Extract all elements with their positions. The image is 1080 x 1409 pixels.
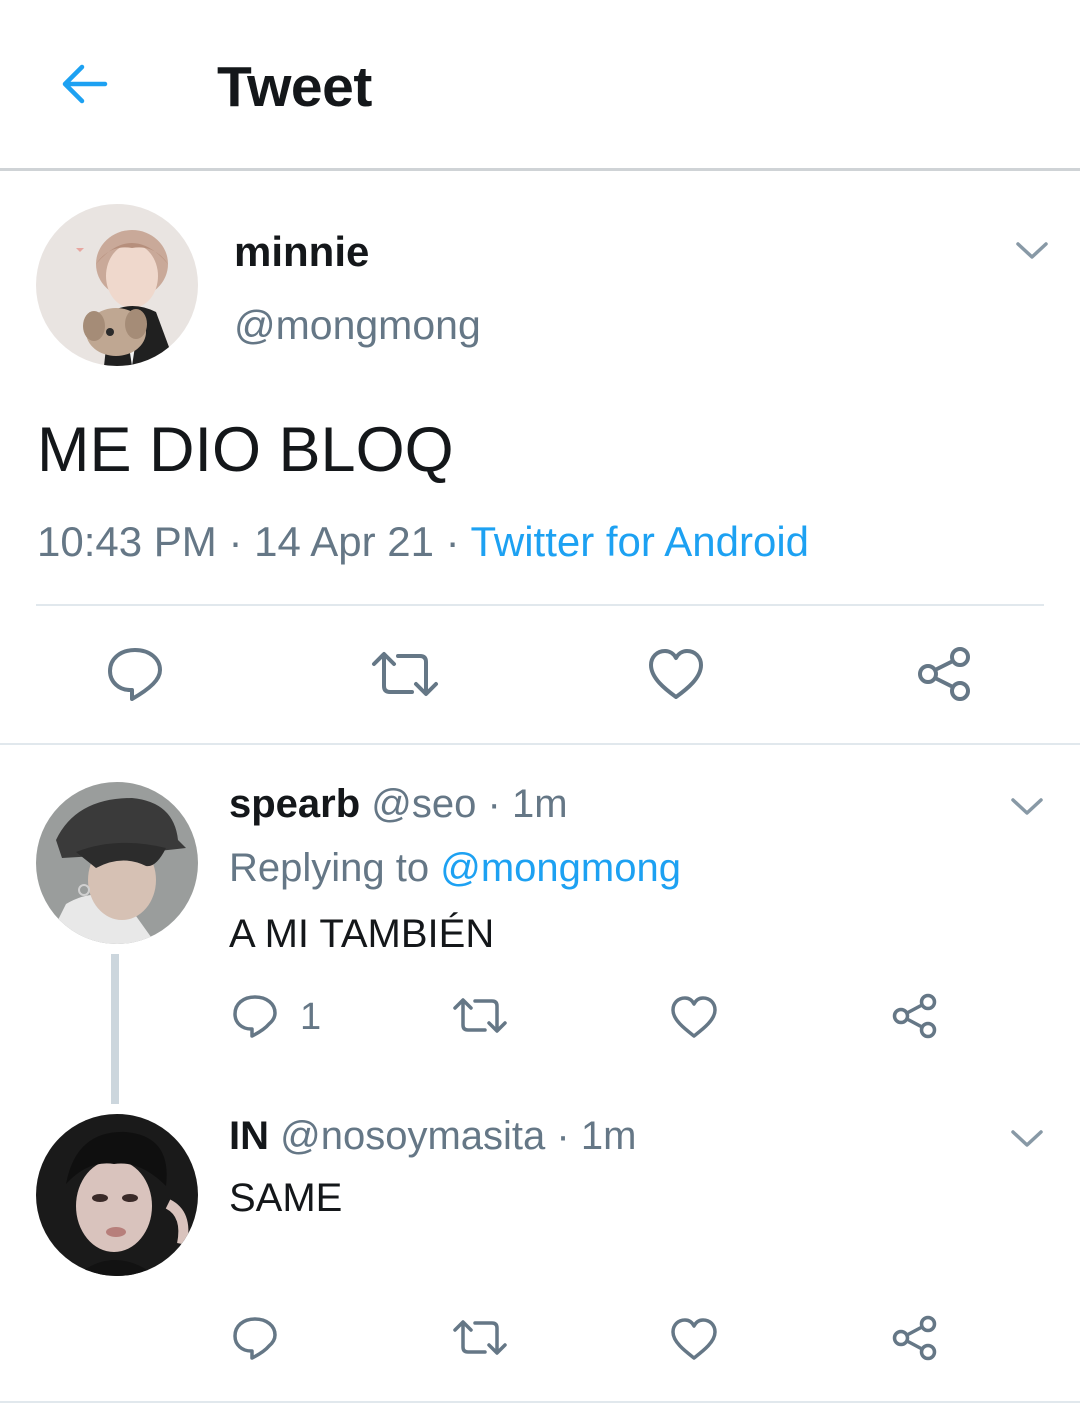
tweet-meta: 10:43 PM · 14 Apr 21 · Twitter for Andro… [37, 518, 809, 566]
share-icon[interactable] [891, 992, 941, 1040]
reply-handle[interactable]: @nosoymasita [280, 1114, 545, 1158]
reply-handle[interactable]: @seo [371, 782, 476, 826]
top-app-bar [0, 0, 1080, 168]
reply-icon[interactable] [232, 994, 278, 1038]
reply-timestamp: 1m [511, 782, 568, 826]
avatar-minnie[interactable] [36, 204, 198, 366]
retweet-icon[interactable] [452, 996, 508, 1036]
retweet-icon[interactable] [452, 1318, 508, 1358]
avatar-in[interactable] [36, 1114, 198, 1276]
bottom-divider [0, 1401, 1080, 1403]
replying-to-handle-link[interactable]: @mongmong [440, 846, 681, 890]
reply-text: SAME [229, 1176, 343, 1220]
actions-divider [36, 604, 1044, 606]
tweet-divider [0, 743, 1080, 745]
chevron-down-icon[interactable] [1010, 1128, 1044, 1150]
tweet-date: 14 Apr 21 [254, 518, 434, 565]
chevron-down-icon[interactable] [1010, 796, 1044, 818]
author-display-name[interactable]: minnie [234, 228, 369, 276]
like-icon[interactable] [670, 995, 718, 1039]
page-title: Tweet [217, 55, 372, 119]
reply-display-name[interactable]: spearb [229, 782, 360, 826]
reply-icon[interactable] [232, 1316, 278, 1360]
replying-to-line: Replying to @mongmong [229, 846, 681, 891]
meta-separator: · [445, 518, 460, 565]
share-icon[interactable] [891, 1314, 941, 1362]
like-icon[interactable] [647, 647, 705, 701]
meta-separator: · [487, 782, 501, 826]
reply-timestamp: 1m [580, 1114, 637, 1158]
reply-icon[interactable] [106, 646, 164, 702]
reply-count: 1 [300, 996, 322, 1038]
tweet-text: ME DIO BLOQ [37, 415, 454, 485]
tweet-time: 10:43 PM [37, 518, 217, 565]
reply-display-name[interactable]: IN [229, 1114, 269, 1158]
tweet-source-link[interactable]: Twitter for Android [471, 518, 809, 565]
reply-text: A MI TAMBIÉN [229, 912, 495, 956]
like-icon[interactable] [670, 1317, 718, 1361]
reply-header: spearb @seo · 1m [229, 782, 568, 827]
replying-to-label: Replying to [229, 846, 430, 890]
meta-separator: · [228, 518, 243, 565]
meta-separator: · [556, 1114, 570, 1158]
retweet-icon[interactable] [370, 650, 440, 698]
header-divider [0, 168, 1080, 171]
thread-connector-line [111, 954, 119, 1104]
reply-header: IN @nosoymasita · 1m [229, 1114, 636, 1159]
share-icon[interactable] [916, 645, 976, 703]
author-handle[interactable]: @mongmong [234, 302, 481, 349]
avatar-spearb[interactable] [36, 782, 198, 944]
back-arrow-icon[interactable] [58, 58, 110, 110]
chevron-down-icon[interactable] [1015, 240, 1049, 262]
